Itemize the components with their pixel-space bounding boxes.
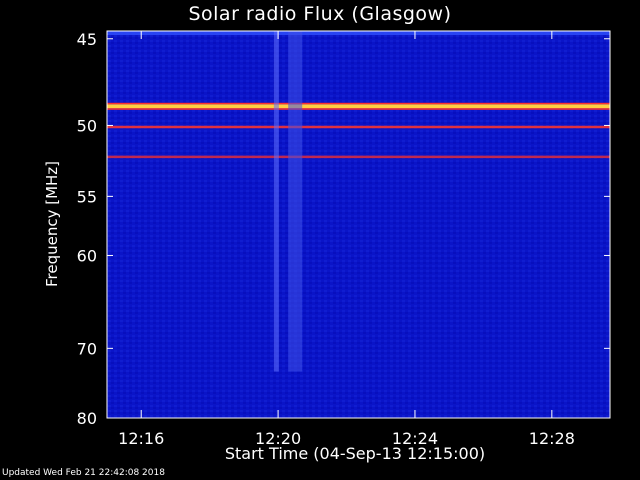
spectrogram-chart: 45 50 55 60 70 80 12:16 12:20 12:24 12:28 xyxy=(77,30,611,448)
burst-3 xyxy=(273,31,279,372)
band-1 xyxy=(107,125,610,129)
x-tick-label-2: 12:24 xyxy=(392,429,438,448)
band-glow-low-0 xyxy=(107,108,610,110)
y-tick-label-2: 55 xyxy=(77,187,97,206)
x-tick-label-1: 12:20 xyxy=(255,429,301,448)
y-tick-label-5: 80 xyxy=(77,409,97,428)
x-tick-label-3: 12:28 xyxy=(529,429,575,448)
spectrogram-area xyxy=(107,31,610,418)
spectrogram-noise xyxy=(107,31,610,418)
y-tick-label-0: 45 xyxy=(77,30,97,49)
band-2 xyxy=(107,155,610,159)
band-glow-0 xyxy=(107,102,610,105)
band-0 xyxy=(107,104,610,109)
spectrogram-top-edge xyxy=(107,31,610,35)
x-tick-label-0: 12:16 xyxy=(118,429,164,448)
y-tick-label-3: 60 xyxy=(77,246,97,265)
burst-4 xyxy=(288,31,303,372)
y-tick-label-1: 50 xyxy=(77,116,97,135)
y-tick-label-4: 70 xyxy=(77,339,97,358)
